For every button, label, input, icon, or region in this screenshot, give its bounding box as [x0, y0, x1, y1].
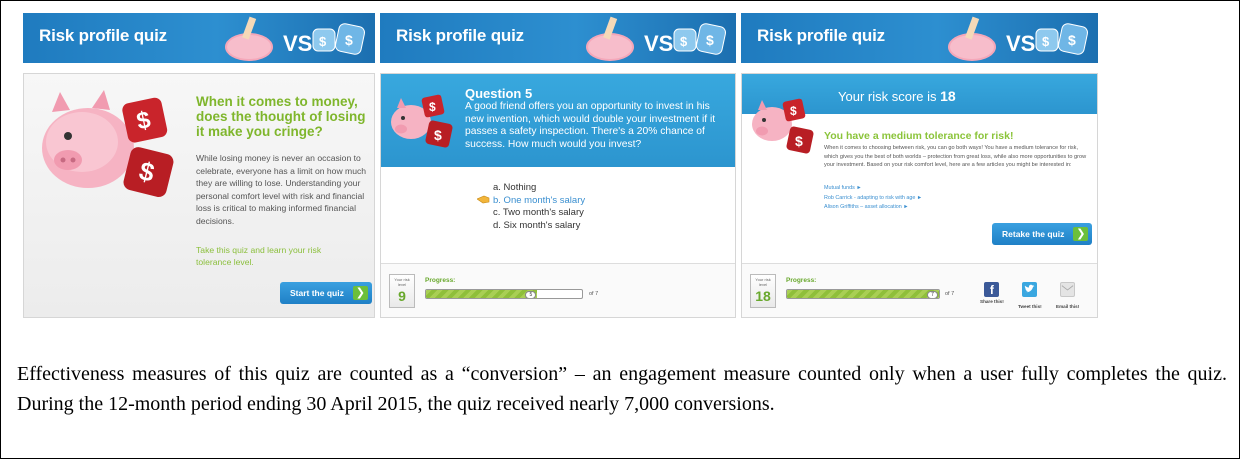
progress-total: of 7 [945, 291, 955, 297]
piggy-bank-dice-icon: $ $ [752, 98, 814, 154]
article-link[interactable]: Alison Griffiths – asset allocation ► [824, 203, 922, 213]
answer-option[interactable]: c. Two month's salary [493, 207, 585, 220]
answer-list: a. Nothing b. One month's salary c. Two … [493, 182, 585, 232]
progress-area: Your risk level 9 Progress: 5 of 7 [381, 263, 735, 317]
svg-text:VS: VS [1006, 31, 1035, 56]
banner-title: Risk profile quiz [757, 26, 885, 45]
intro-panel: $ $ When it comes to money, does the tho… [23, 73, 375, 318]
article-link[interactable]: Mutual funds ► [824, 184, 922, 194]
share-facebook[interactable]: f Share this! [980, 282, 1004, 304]
intro-cta-text: Take this quiz and learn your risk toler… [196, 245, 322, 267]
svg-text:VS: VS [283, 31, 312, 56]
piggy-bank-dice-icon: $ $ [42, 90, 174, 198]
answer-option[interactable]: d. Six month's salary [493, 220, 585, 233]
share-label: Tweet this! [1018, 304, 1042, 309]
start-quiz-button[interactable]: Start the quiz ❯ [280, 282, 372, 304]
banner-title: Risk profile quiz [39, 26, 167, 45]
article-links: Mutual funds ► Rob Carrick - adapting to… [824, 184, 922, 213]
quiz-banner: Risk profile quiz VS $ $ [380, 13, 736, 63]
result-body: When it comes to choosing between risk, … [824, 145, 1087, 169]
share-label: Share this! [980, 299, 1004, 304]
share-label: Email this! [1056, 304, 1080, 309]
progress-area: Your risk level 18 Progress: 7 of 7 f Sh… [742, 263, 1097, 317]
progress-fill [426, 290, 538, 298]
svg-text:$: $ [429, 100, 436, 114]
svg-text:$: $ [795, 133, 803, 149]
email-icon [1060, 282, 1076, 297]
score-prefix: Your risk score is [838, 89, 937, 104]
article-link[interactable]: Rob Carrick - adapting to risk with age … [824, 194, 922, 204]
svg-text:$: $ [680, 34, 688, 49]
score-value: 18 [940, 88, 956, 104]
banner-title: Risk profile quiz [396, 26, 524, 45]
piggy-vs-dice-icon: VS $ $ [586, 16, 727, 61]
piggy-vs-dice-icon: VS $ $ [948, 16, 1089, 61]
svg-text:$: $ [1042, 34, 1050, 49]
answer-option-selected[interactable]: b. One month's salary [493, 195, 585, 208]
piggy-bank-dice-icon: $ $ [391, 94, 453, 148]
intro-heading: When it comes to money, does the thought… [196, 94, 366, 139]
twitter-icon [1022, 282, 1038, 297]
progress-total: of 7 [589, 291, 599, 297]
risk-level-caption: Your risk level [755, 277, 771, 287]
share-twitter[interactable]: Tweet this! [1018, 282, 1042, 309]
progress-fill [787, 290, 939, 298]
risk-level-value: 18 [755, 288, 771, 304]
svg-text:$: $ [790, 104, 797, 118]
risk-level-box: Your risk level 9 [389, 274, 415, 308]
share-email[interactable]: Email this! [1056, 282, 1079, 309]
progress-count: 7 [927, 291, 938, 298]
pointer-hand-icon [477, 195, 490, 204]
quiz-banner: Risk profile quiz VS $ $ [23, 13, 375, 63]
svg-text:$: $ [319, 34, 327, 49]
progress-bar: 5 [425, 289, 583, 299]
piggy-vs-dice-icon: VS $ $ [225, 16, 366, 61]
question-title: Question 5 [465, 86, 533, 101]
score-title: Your risk score is 18 [838, 88, 956, 104]
result-panel: Your risk score is 18 $ $ You have a med… [741, 73, 1098, 318]
question-header: $ $ Question 5 A good friend offers you … [381, 74, 735, 167]
retake-quiz-button[interactable]: Retake the quiz ❯ [992, 223, 1093, 245]
svg-text:VS: VS [644, 31, 673, 56]
progress-count: 5 [525, 291, 537, 298]
progress-label: Progress: [786, 277, 817, 284]
start-quiz-label: Start the quiz [290, 288, 344, 298]
risk-level-caption: Your risk level [394, 277, 410, 287]
chevron-right-icon: ❯ [352, 286, 368, 300]
retake-quiz-label: Retake the quiz [1002, 229, 1065, 239]
svg-text:$: $ [1068, 32, 1076, 48]
question-text: A good friend offers you an opportunity … [465, 101, 716, 150]
facebook-icon: f [984, 282, 1000, 297]
svg-text:$: $ [434, 127, 442, 143]
risk-level-value: 9 [398, 288, 406, 304]
figure-caption: Effectiveness measures of this quiz are … [17, 363, 1227, 415]
quiz-banner: Risk profile quiz VS $ $ [741, 13, 1098, 63]
figure-frame: Risk profile quiz VS $ $ Risk profile qu… [0, 0, 1240, 459]
result-heading: You have a medium tolerance for risk! [824, 130, 1014, 142]
chevron-right-icon: ❯ [1073, 227, 1089, 241]
risk-level-box: Your risk level 18 [750, 274, 776, 308]
svg-text:$: $ [706, 32, 714, 48]
intro-body: While losing money is never an occasion … [196, 153, 367, 226]
answer-option[interactable]: a. Nothing [493, 182, 585, 195]
progress-label: Progress: [425, 277, 456, 284]
progress-bar: 7 [786, 289, 940, 299]
svg-text:$: $ [345, 32, 353, 48]
question-panel: $ $ Question 5 A good friend offers you … [380, 73, 736, 318]
